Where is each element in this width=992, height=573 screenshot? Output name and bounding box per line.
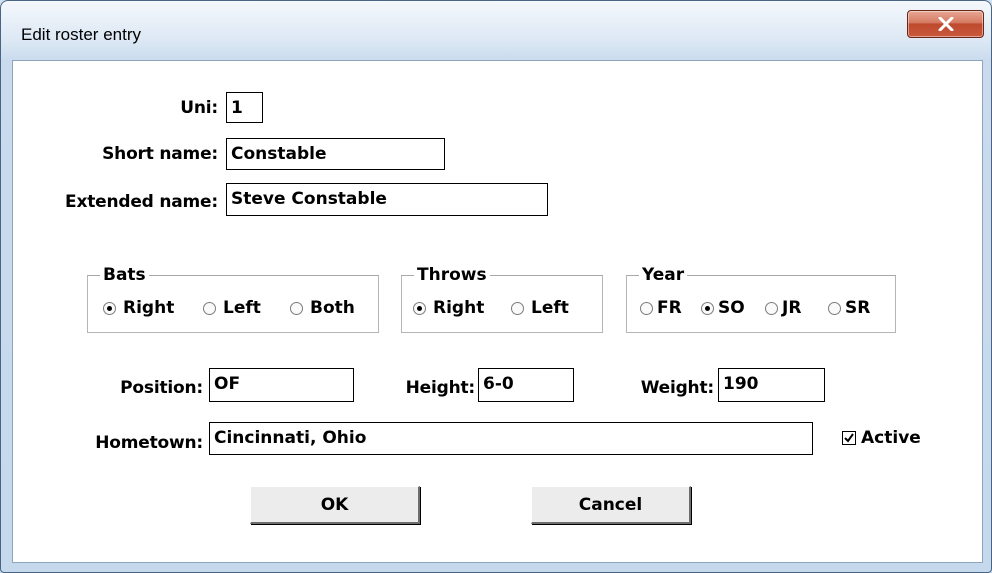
throws-left-radio[interactable]: Left	[511, 298, 569, 318]
bats-left-radio[interactable]: Left	[203, 298, 261, 318]
year-fr-label: FR	[657, 298, 682, 318]
weight-input[interactable]: 190	[718, 368, 825, 402]
dialog-body: Uni: 1 Short name: Constable Extended na…	[12, 60, 983, 563]
radio-unselected-icon	[511, 301, 524, 315]
close-icon	[938, 17, 953, 31]
bats-both-radio[interactable]: Both	[290, 298, 355, 318]
bats-right-label: Right	[123, 298, 175, 318]
window-title: Edit roster entry	[21, 25, 141, 44]
ok-button[interactable]: OK	[250, 486, 420, 524]
short-name-input[interactable]: Constable	[226, 138, 445, 170]
radio-unselected-icon	[203, 301, 216, 315]
height-label: Height:	[405, 378, 476, 398]
checkmark-icon	[844, 433, 854, 443]
year-fr-radio[interactable]: FR	[640, 298, 682, 318]
bats-right-radio[interactable]: Right	[103, 298, 174, 318]
throws-left-label: Left	[531, 298, 569, 318]
year-so-label: SO	[718, 298, 745, 318]
bats-left-label: Left	[223, 298, 261, 318]
radio-unselected-icon	[640, 301, 653, 315]
height-input[interactable]: 6-0	[478, 368, 574, 402]
year-jr-radio[interactable]: JR	[765, 298, 801, 318]
radio-unselected-icon	[765, 301, 778, 315]
throws-right-radio[interactable]: Right	[413, 298, 484, 318]
throws-right-label: Right	[433, 298, 485, 318]
extended-name-label: Extended name:	[65, 192, 218, 212]
year-jr-label: JR	[782, 298, 802, 318]
dialog-window: Edit roster entry Uni: 1 Short name: Con…	[0, 0, 992, 573]
checkbox-box	[842, 431, 856, 445]
year-sr-label: SR	[845, 298, 871, 318]
position-label: Position:	[120, 378, 203, 398]
uni-input[interactable]: 1	[226, 92, 263, 123]
hometown-label: Hometown:	[95, 433, 203, 453]
extended-name-input[interactable]: Steve Constable	[226, 183, 548, 216]
position-input[interactable]: OF	[209, 368, 354, 402]
radio-unselected-icon	[828, 301, 841, 315]
uni-label: Uni:	[180, 98, 218, 118]
bats-both-label: Both	[310, 298, 355, 318]
close-button[interactable]	[907, 10, 984, 38]
bats-legend: Bats	[103, 265, 146, 285]
radio-selected-icon	[103, 301, 116, 315]
radio-unselected-icon	[290, 301, 303, 315]
year-legend: Year	[642, 265, 685, 285]
throws-legend: Throws	[417, 265, 487, 285]
active-label: Active	[861, 428, 921, 448]
year-sr-radio[interactable]: SR	[828, 298, 870, 318]
radio-selected-icon	[413, 301, 426, 315]
active-checkbox[interactable]: Active	[842, 428, 921, 448]
short-name-label: Short name:	[102, 144, 218, 164]
hometown-input[interactable]: Cincinnati, Ohio	[209, 422, 813, 455]
cancel-button[interactable]: Cancel	[531, 486, 691, 524]
year-so-radio[interactable]: SO	[701, 298, 745, 318]
weight-label: Weight:	[640, 378, 715, 398]
radio-selected-icon	[701, 301, 714, 315]
